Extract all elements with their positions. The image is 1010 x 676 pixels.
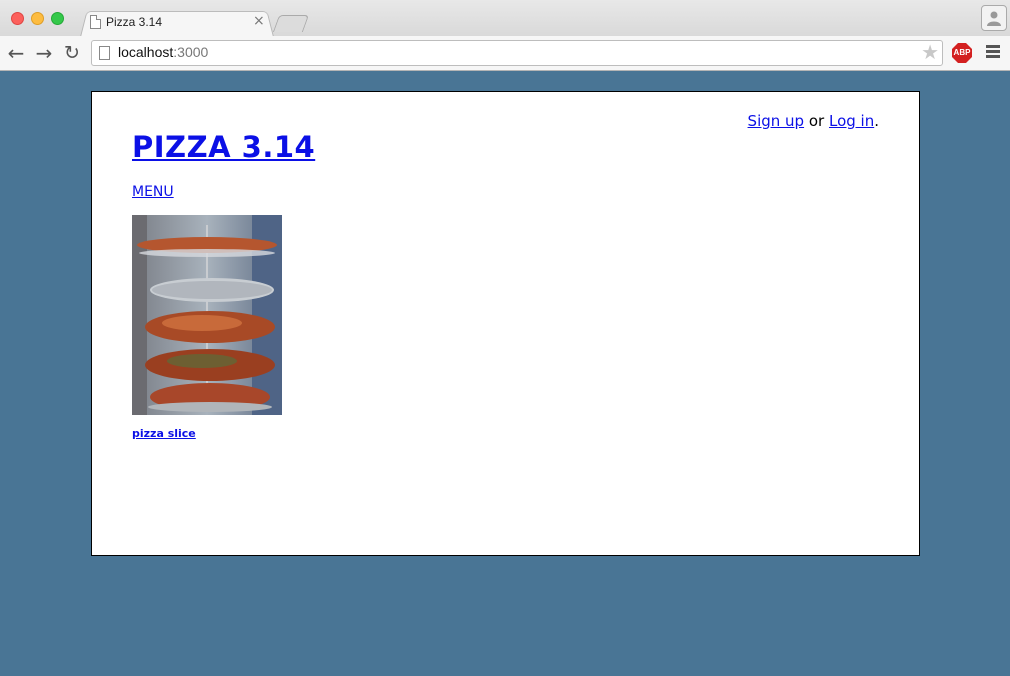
adblock-icon[interactable]: ABP — [952, 43, 972, 63]
trailing-period: . — [874, 112, 879, 130]
address-bar[interactable]: localhost:3000 ★ — [91, 40, 943, 66]
new-tab-button[interactable] — [272, 15, 310, 32]
signup-link[interactable]: Sign up — [748, 112, 805, 130]
forward-arrow-icon[interactable]: → — [33, 42, 55, 64]
product-image[interactable] — [132, 215, 282, 415]
browser-toolbar: ← → ↻ localhost:3000 ★ ABP — [0, 36, 1010, 71]
site-title-link[interactable]: PIZZA 3.14 — [132, 130, 315, 164]
or-text: or — [808, 112, 825, 130]
star-icon[interactable]: ★ — [921, 40, 939, 64]
url-port: :3000 — [173, 44, 209, 60]
site-title: PIZZA 3.14 — [132, 130, 315, 164]
profile-icon — [987, 11, 1001, 26]
zoom-window-button[interactable] — [51, 12, 64, 25]
close-window-button[interactable] — [11, 12, 24, 25]
url-host: localhost — [118, 44, 174, 60]
auth-links: Sign up or Log in. — [748, 112, 879, 130]
reload-icon[interactable]: ↻ — [61, 42, 83, 64]
page-icon — [90, 15, 101, 29]
browser-chrome: Pizza 3.14 × ← → ↻ localhost:3000 ★ ABP — [0, 0, 1010, 71]
browser-tab-content[interactable]: Pizza 3.14 × — [90, 12, 270, 34]
url-text[interactable]: localhost:3000 — [118, 44, 208, 60]
page-container: Sign up or Log in. PIZZA 3.14 MENU pizza… — [91, 91, 920, 556]
product-name-link[interactable]: pizza slice — [132, 427, 282, 440]
menu-icon[interactable] — [986, 45, 1000, 59]
tab-bar: Pizza 3.14 × — [0, 0, 1010, 37]
menu-link[interactable]: MENU — [132, 184, 174, 200]
tab-title: Pizza 3.14 — [106, 15, 163, 29]
minimize-window-button[interactable] — [31, 12, 44, 25]
profile-button[interactable] — [981, 5, 1007, 31]
product-card: pizza slice — [132, 215, 282, 440]
login-link[interactable]: Log in — [829, 112, 874, 130]
page-icon — [99, 46, 110, 60]
back-arrow-icon[interactable]: ← — [5, 42, 27, 64]
tab-close-icon[interactable]: × — [253, 13, 265, 29]
